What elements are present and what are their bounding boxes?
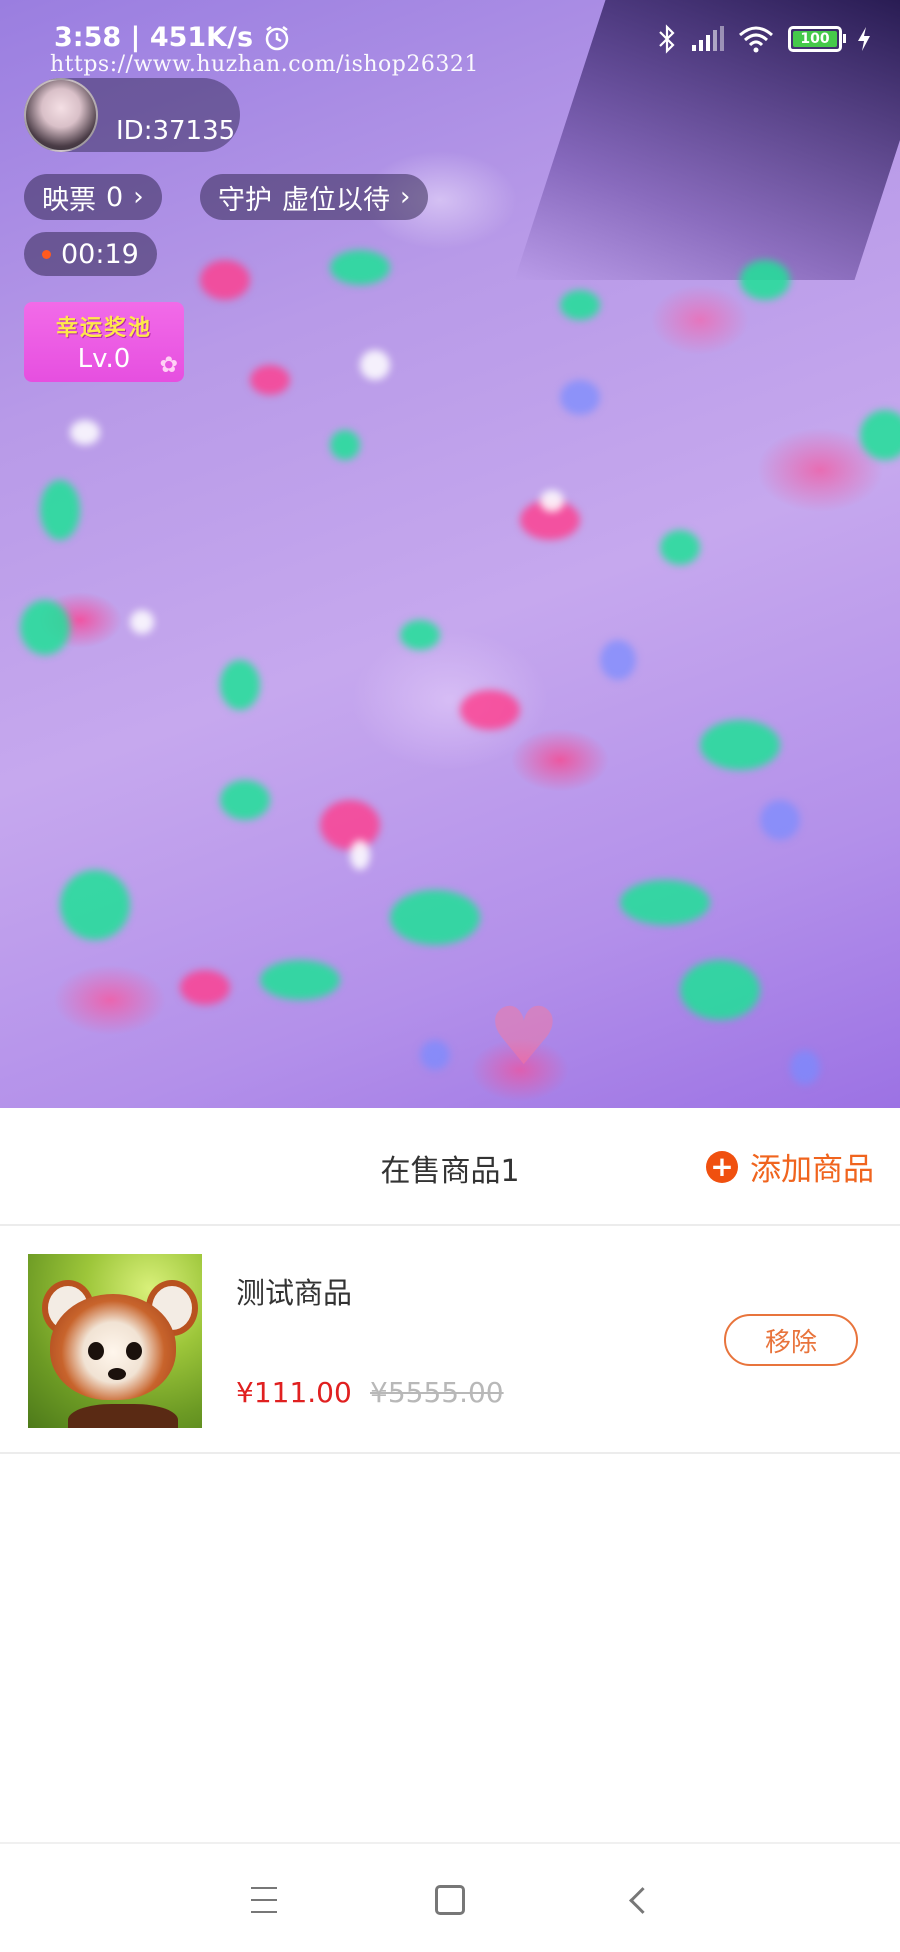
light-spot [700,720,780,770]
lucky-pool-title: 幸运奖池 [55,316,152,341]
goods-item[interactable]: 测试商品 ¥111.00 ¥5555.00 移除 [0,1226,900,1454]
light-spot [360,350,390,380]
light-spot [220,780,270,820]
light-spot [250,365,290,395]
bluetooth-icon [659,24,675,54]
light-spot [40,480,80,540]
guard-pill[interactable]: 守护 虚位以待 › [200,174,429,220]
light-spot [20,600,70,655]
light-spot [330,430,360,460]
light-spot [260,960,340,1000]
home-button[interactable] [430,1880,470,1920]
light-spot [540,490,564,512]
light-spot [400,620,440,650]
live-video[interactable]: 3:58 | 451K/s 100 https://www.huzhan.com… [0,0,900,1108]
light-spot [560,380,600,415]
ticket-label: 映票 [42,184,96,216]
light-spot [680,960,760,1020]
guard-label: 守护 [218,184,272,216]
goods-panel: 在售商品1 + 添加商品 测试商品 ¥111.00 ¥5555.00 移除 [0,1108,900,1842]
back-button[interactable] [618,1880,658,1920]
system-nav-bar [0,1842,900,1952]
lucky-pool-badge[interactable]: 幸运奖池 Lv.0 ✿ [24,302,184,382]
light-spot [130,610,154,634]
light-spot [220,660,260,710]
battery-icon: 100 [788,26,846,52]
light-spot [620,880,710,925]
light-spot [180,970,230,1005]
anchor-avatar[interactable] [24,78,98,152]
goods-panel-header: 在售商品1 + 添加商品 [0,1108,900,1226]
anchor-id: ID:37135 [116,116,236,146]
goods-image [28,1254,202,1428]
light-spot [60,870,130,940]
wifi-icon [739,26,773,53]
back-icon [628,1886,656,1914]
light-spot [390,890,480,945]
add-goods-button[interactable]: + 添加商品 [706,1144,874,1189]
menu-button[interactable] [244,1880,284,1920]
light-spot [560,290,600,320]
light-spot [350,840,370,870]
light-spot [460,690,520,730]
goods-price: ¥111.00 [236,1376,352,1409]
chevron-right-icon: › [133,182,144,212]
light-spot [420,1040,450,1070]
status-right: 100 [658,24,872,54]
light-spot [200,260,250,300]
light-spot [740,260,790,300]
light-spot [320,800,380,850]
battery-level: 100 [800,31,830,47]
plus-icon: + [706,1150,738,1183]
light-spot [860,410,900,460]
flower-icon: ✿ [159,353,178,378]
goods-original-price: ¥5555.00 [370,1376,504,1409]
live-timer-value: 00:19 [61,238,139,270]
signal-icon [692,26,724,51]
home-icon [435,1885,465,1915]
remove-goods-button[interactable]: 移除 [724,1314,858,1366]
watermark-url: https://www.huzhan.com/ishop26321 [50,52,479,77]
add-goods-label: 添加商品 [750,1152,874,1188]
status-time-speed: 3:58 | 451K/s [54,22,254,53]
menu-icon [251,1887,277,1913]
alarm-icon [265,25,289,50]
ticket-pill[interactable]: 映票 0 › [24,174,162,220]
chevron-right-icon: › [400,182,411,212]
goods-name: 测试商品 [236,1276,353,1310]
charging-icon [858,27,870,51]
light-spot [600,640,636,680]
status-left: 3:58 | 451K/s [54,22,291,53]
light-spot [660,530,700,565]
heart-icon: ♥ [488,990,560,1083]
light-spot [790,1050,820,1085]
live-timer: 00:19 [24,232,157,276]
guard-value: 虚位以待 [282,184,390,216]
light-spot [760,800,800,840]
anchor-info[interactable]: ID:37135 [24,78,240,152]
light-spot [70,420,100,445]
recording-dot-icon [42,249,51,259]
ticket-count: 0 [106,181,124,213]
light-spot [330,250,390,285]
